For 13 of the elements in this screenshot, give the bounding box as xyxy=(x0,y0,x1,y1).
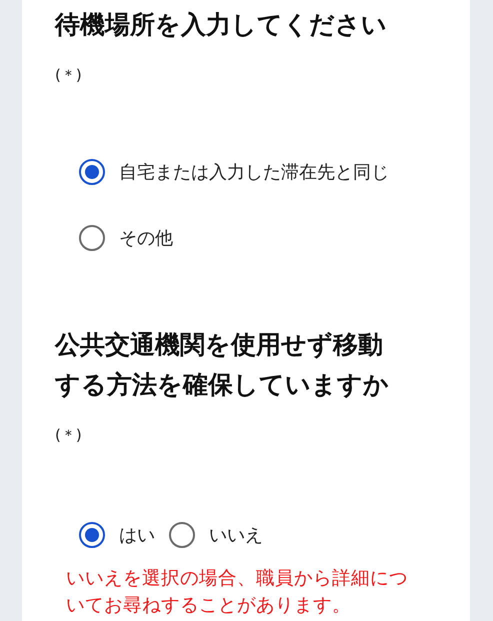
question-title: 待機場所を入力してください xyxy=(55,9,388,41)
warning-note: いいえを選択の場合、職員から詳細についてお尋ねすることがあります。 xyxy=(66,567,409,618)
option-label[interactable]: その他 xyxy=(119,226,173,250)
required-mark: (＊) xyxy=(55,425,83,445)
option-label[interactable]: 自宅または入力した滞在先と同じ xyxy=(119,160,389,184)
radio-button[interactable] xyxy=(79,159,105,185)
radio-button[interactable] xyxy=(79,225,105,251)
option-label[interactable]: いいえ xyxy=(209,523,263,547)
radio-button[interactable] xyxy=(79,522,105,548)
option-label[interactable]: はい xyxy=(119,523,155,547)
required-mark: (＊) xyxy=(55,65,83,85)
radio-button[interactable] xyxy=(169,522,195,548)
question-title: 公共交通機関を使用せず移動する方法を確保していますか xyxy=(55,329,390,401)
